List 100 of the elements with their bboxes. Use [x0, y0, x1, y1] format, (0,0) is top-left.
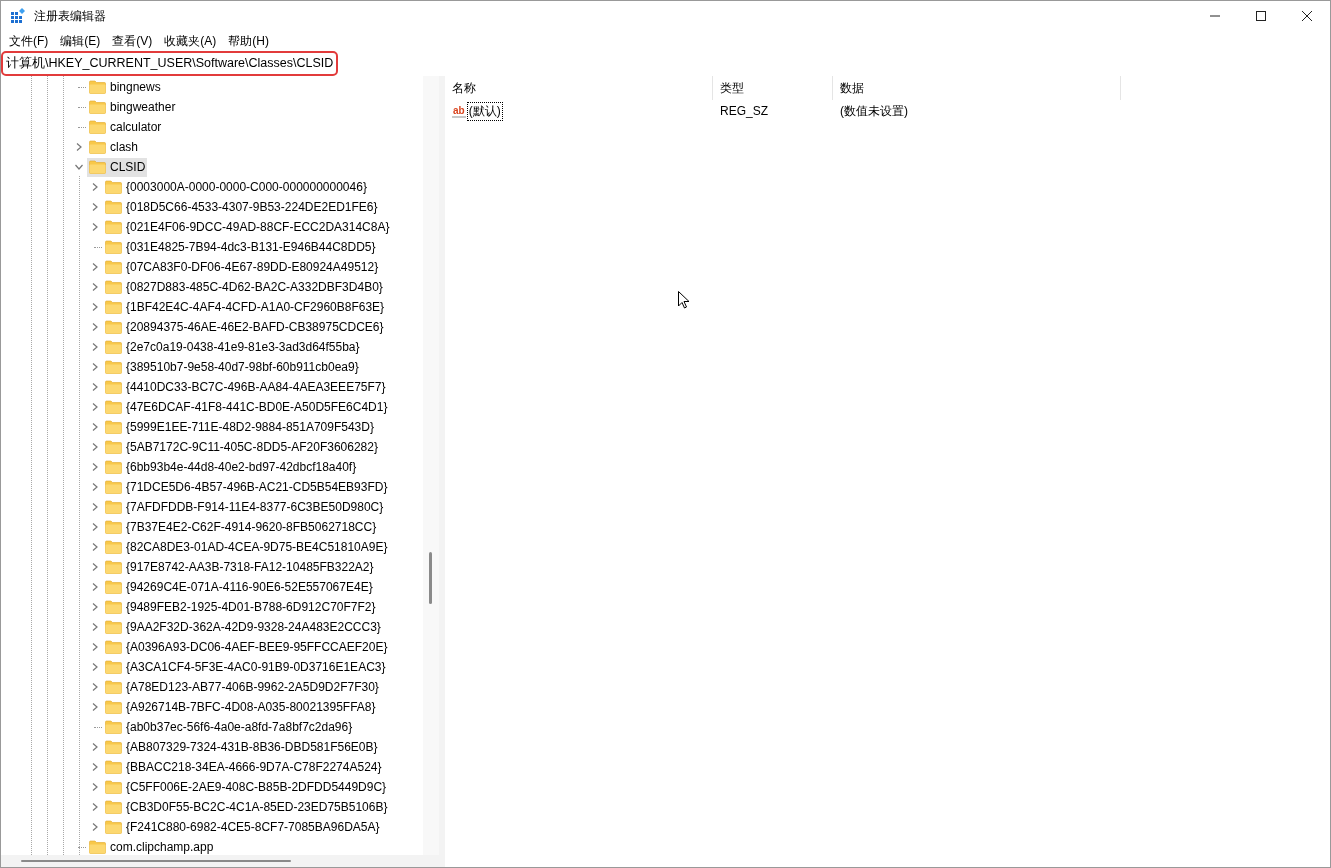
- folder-icon: [89, 140, 106, 154]
- tree-item[interactable]: {0827D883-485C-4D62-BA2C-A332DBF3D4B0}: [103, 277, 385, 297]
- tree-item[interactable]: {018D5C66-4533-4307-9B53-224DE2ED1FE6}: [103, 197, 380, 217]
- chevron-icon[interactable]: [91, 503, 99, 511]
- chevron-icon[interactable]: [91, 783, 99, 791]
- tree-item[interactable]: {9489FEB2-1925-4D01-B788-6D912C70F7F2}: [103, 597, 378, 617]
- chevron-icon[interactable]: [91, 443, 99, 451]
- chevron-icon[interactable]: [91, 663, 99, 671]
- chevron-icon[interactable]: [91, 803, 99, 811]
- column-header[interactable]: 数据: [833, 76, 1121, 100]
- vertical-scrollbar[interactable]: [423, 76, 439, 855]
- menu-item[interactable]: 文件(F): [3, 32, 55, 50]
- value-name[interactable]: (默认): [466, 101, 503, 121]
- menu-item[interactable]: 编辑(E): [54, 32, 107, 50]
- chevron-icon[interactable]: [91, 823, 99, 831]
- tree-item[interactable]: {47E6DCAF-41F8-441C-BD0E-A50D5FE6C4D1}: [103, 397, 390, 417]
- chevron-icon[interactable]: [91, 403, 99, 411]
- tree-item[interactable]: {389510b7-9e58-40d7-98bf-60b911cb0ea9}: [103, 357, 361, 377]
- folder-icon: [105, 800, 122, 814]
- chevron-icon[interactable]: [91, 563, 99, 571]
- folder-icon: [105, 480, 122, 494]
- tree-item[interactable]: {0003000A-0000-0000-C000-000000000046}: [103, 177, 369, 197]
- tree-item[interactable]: {71DCE5D6-4B57-496B-AC21-CD5B54EB93FD}: [103, 477, 390, 497]
- chevron-icon[interactable]: [91, 283, 99, 291]
- value-type: REG_SZ: [720, 104, 768, 118]
- chevron-icon[interactable]: [91, 203, 99, 211]
- chevron-icon[interactable]: [91, 383, 99, 391]
- chevron-icon[interactable]: [91, 323, 99, 331]
- chevron-icon[interactable]: [91, 643, 99, 651]
- tree-item[interactable]: bingweather: [87, 97, 178, 117]
- tree-item[interactable]: bingnews: [87, 77, 163, 97]
- tree-item[interactable]: {2e7c0a19-0438-41e9-81e3-3ad3d64f55ba}: [103, 337, 362, 357]
- menu-item[interactable]: 查看(V): [106, 32, 159, 50]
- chevron-icon[interactable]: [91, 543, 99, 551]
- tree-item[interactable]: {F241C880-6982-4CE5-8CF7-7085BA96DA5A}: [103, 817, 382, 837]
- chevron-icon[interactable]: [91, 683, 99, 691]
- tree-item[interactable]: {AB807329-7324-431B-8B36-DBD581F56E0B}: [103, 737, 380, 757]
- folder-icon: [105, 180, 122, 194]
- tree-item[interactable]: {4410DC33-BC7C-496B-AA84-4AEA3EEE75F7}: [103, 377, 388, 397]
- tree-item[interactable]: CLSID: [87, 157, 148, 177]
- chevron-icon[interactable]: [91, 523, 99, 531]
- chevron-icon[interactable]: [91, 423, 99, 431]
- chevron-icon[interactable]: [91, 343, 99, 351]
- folder-icon: [105, 340, 122, 354]
- tree-item[interactable]: {C5FF006E-2AE9-408C-B85B-2DFDD5449D9C}: [103, 777, 389, 797]
- tree-item[interactable]: {917E8742-AA3B-7318-FA12-10485FB322A2}: [103, 557, 376, 577]
- tree-item[interactable]: {5AB7172C-9C11-405C-8DD5-AF20F3606282}: [103, 437, 380, 457]
- tree-item[interactable]: {031E4825-7B94-4dc3-B131-E946B44C8DD5}: [103, 237, 378, 257]
- chevron-icon[interactable]: [91, 223, 99, 231]
- tree-item[interactable]: {20894375-46AE-46E2-BAFD-CB38975CDCE6}: [103, 317, 386, 337]
- tree-item[interactable]: {CB3D0F55-BC2C-4C1A-85ED-23ED75B5106B}: [103, 797, 390, 817]
- tree-item[interactable]: {6bb93b4e-44d8-40e2-bd97-42dbcf18a40f}: [103, 457, 359, 477]
- tree-item[interactable]: {021E4F06-9DCC-49AD-88CF-ECC2DA314C8A}: [103, 217, 392, 237]
- tree-item[interactable]: {1BF42E4C-4AF4-4CFD-A1A0-CF2960B8F63E}: [103, 297, 387, 317]
- menu-item[interactable]: 帮助(H): [222, 32, 275, 50]
- chevron-icon[interactable]: [91, 703, 99, 711]
- menu-item[interactable]: 收藏夹(A): [158, 32, 223, 50]
- tree-item[interactable]: {82CA8DE3-01AD-4CEA-9D75-BE4C51810A9E}: [103, 537, 390, 557]
- tree-item[interactable]: {5999E1EE-711E-48D2-9884-851A709F543D}: [103, 417, 376, 437]
- tree-item[interactable]: {A0396A93-DC06-4AEF-BEE9-95FFCCAEF20E}: [103, 637, 390, 657]
- column-header[interactable]: 类型: [713, 76, 833, 100]
- window-title: 注册表编辑器: [34, 7, 106, 25]
- folder-icon: [105, 360, 122, 374]
- tree-item[interactable]: clash: [87, 137, 140, 157]
- tree-item[interactable]: {7AFDFDDB-F914-11E4-8377-6C3BE50D980C}: [103, 497, 386, 517]
- column-header[interactable]: 名称: [445, 76, 713, 100]
- mouse-cursor-icon: [678, 291, 690, 309]
- folder-icon: [105, 440, 122, 454]
- folder-icon: [105, 280, 122, 294]
- chevron-icon[interactable]: [91, 303, 99, 311]
- tree-item[interactable]: {94269C4E-071A-4116-90E6-52E557067E4E}: [103, 577, 375, 597]
- folder-icon: [105, 600, 122, 614]
- folder-icon: [105, 240, 122, 254]
- tree-item[interactable]: {07CA83F0-DF06-4E67-89DD-E80924A49512}: [103, 257, 381, 277]
- chevron-icon[interactable]: [91, 183, 99, 191]
- tree-item[interactable]: calculator: [87, 117, 164, 137]
- tree-item[interactable]: {A926714B-7BFC-4D08-A035-80021395FFA8}: [103, 697, 378, 717]
- chevron-icon[interactable]: [75, 163, 83, 171]
- tree-item[interactable]: {A78ED123-AB77-406B-9962-2A5D9D2F7F30}: [103, 677, 381, 697]
- address-field[interactable]: 计算机\HKEY_CURRENT_USER\Software\Classes\CLSID: [1, 51, 339, 76]
- tree-item[interactable]: {7B37E4E2-C62F-4914-9620-8FB5062718CC}: [103, 517, 379, 537]
- chevron-icon[interactable]: [91, 763, 99, 771]
- chevron-icon[interactable]: [91, 463, 99, 471]
- folder-icon: [89, 120, 106, 134]
- tree-item[interactable]: {A3CA1CF4-5F3E-4AC0-91B9-0D3716E1EAC3}: [103, 657, 388, 677]
- chevron-icon[interactable]: [75, 143, 83, 151]
- horizontal-scrollbar[interactable]: [1, 855, 439, 867]
- chevron-icon[interactable]: [91, 263, 99, 271]
- chevron-icon[interactable]: [91, 483, 99, 491]
- folder-icon: [105, 660, 122, 674]
- tree-item[interactable]: {BBACC218-34EA-4666-9D7A-C78F2274A524}: [103, 757, 384, 777]
- tree-item[interactable]: com.clipchamp.app: [87, 837, 216, 855]
- chevron-icon[interactable]: [91, 603, 99, 611]
- chevron-icon[interactable]: [91, 623, 99, 631]
- tree-item[interactable]: {9AA2F32D-362A-42D9-9328-24A483E2CCC3}: [103, 617, 383, 637]
- chevron-icon[interactable]: [91, 583, 99, 591]
- tree-item[interactable]: {ab0b37ec-56f6-4a0e-a8fd-7a8bf7c2da96}: [103, 717, 355, 737]
- chevron-icon[interactable]: [91, 363, 99, 371]
- folder-icon: [105, 220, 122, 234]
- chevron-icon[interactable]: [91, 743, 99, 751]
